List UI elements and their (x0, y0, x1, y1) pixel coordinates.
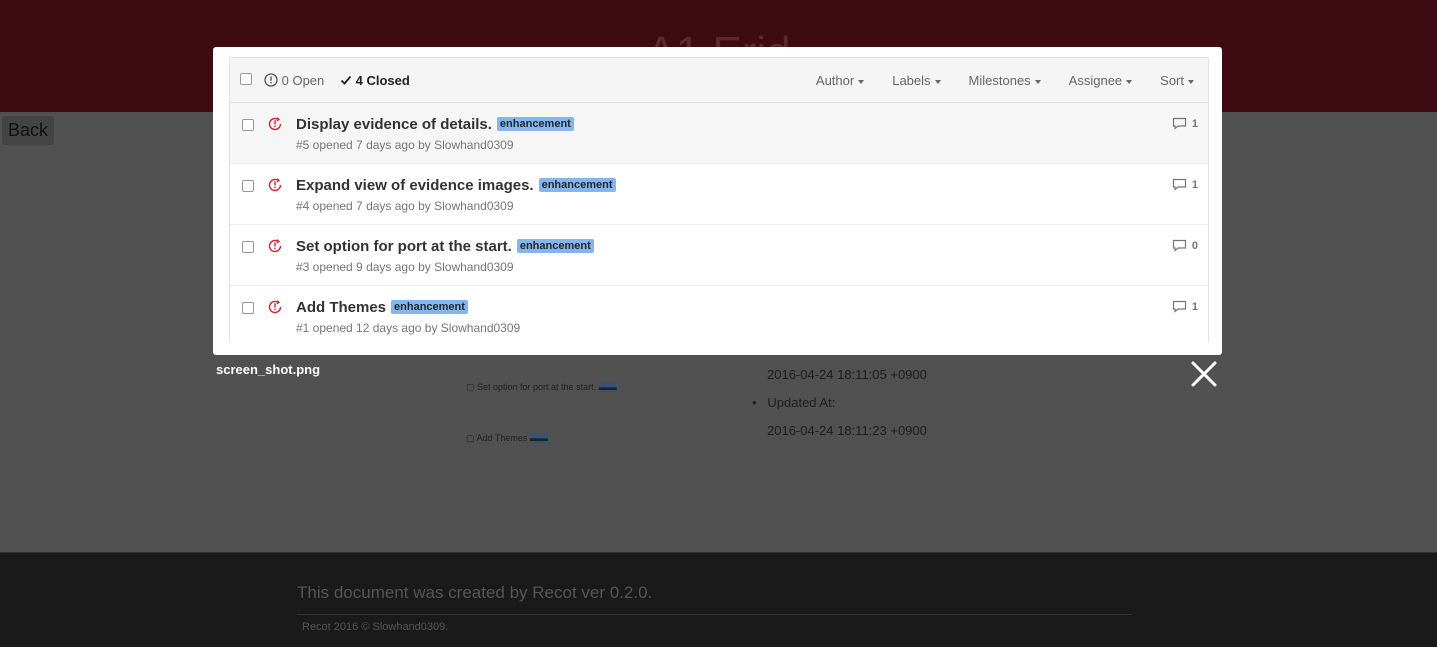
issue-closed-icon (268, 300, 282, 314)
filter-labels-label: Labels (892, 73, 931, 88)
issue-title[interactable]: Set option for port at the start. enhance… (296, 238, 594, 255)
issue-label[interactable]: enhancement (516, 239, 594, 253)
filter-assignee-label: Assignee (1068, 73, 1123, 88)
lightbox-caption: screen_shot.png (216, 362, 321, 377)
issue-open-icon (264, 73, 278, 87)
comment-count[interactable]: 1 (1172, 117, 1198, 130)
page-footer: This document was created by Recot ver 0… (0, 552, 1437, 647)
updated-label-item: • Updated At: (752, 395, 836, 410)
issue-checkbox[interactable] (242, 180, 254, 192)
chevron-down-icon (858, 79, 865, 84)
close-icon[interactable] (1190, 360, 1218, 388)
comment-icon (1172, 239, 1186, 252)
filter-sort-label: Sort (1160, 73, 1184, 88)
issue-checkbox[interactable] (242, 302, 254, 314)
open-count: 0 Open (281, 73, 325, 88)
created-value: 2016-04-24 18:11:05 +0900 (767, 367, 927, 382)
comment-count-value: 1 (1191, 300, 1198, 313)
updated-label: Updated At: (767, 395, 836, 410)
comment-count[interactable]: 1 (1172, 178, 1198, 191)
issue-label[interactable]: enhancement (391, 300, 468, 314)
issue-meta: #4 opened 7 days ago by Slowhand0309 (296, 199, 514, 213)
issue-checkbox[interactable] (242, 119, 254, 131)
thumbnail-issue-row: ▢ Set option for port at the start. ▬▬ (466, 382, 617, 392)
comment-count-value: 1 (1191, 178, 1198, 191)
issue-row[interactable]: Add Themes enhancement #1 opened 12 days … (230, 286, 1208, 346)
chevron-down-icon (1126, 79, 1133, 84)
issue-title-text: Set option for port at the start. (296, 238, 512, 255)
comment-count[interactable]: 1 (1172, 300, 1198, 313)
issue-closed-icon (268, 117, 282, 131)
filter-sort[interactable]: Sort (1160, 73, 1194, 88)
filter-milestones-label: Milestones (968, 73, 1031, 88)
issue-checkbox[interactable] (242, 241, 254, 253)
issue-title-text: Display evidence of details. (296, 116, 492, 133)
comment-count-value: 1 (1191, 117, 1198, 130)
issue-row[interactable]: Expand view of evidence images. enhanceme… (230, 164, 1208, 225)
filter-author-label: Author (815, 73, 855, 88)
footer-text: This document was created by Recot ver 0… (297, 583, 653, 602)
footer-divider (297, 614, 1132, 615)
issue-meta: #5 opened 7 days ago by Slowhand0309 (296, 138, 514, 152)
comment-count[interactable]: 0 (1172, 239, 1198, 252)
issue-label[interactable]: enhancement (538, 178, 616, 192)
updated-value: 2016-04-24 18:11:23 +0900 (767, 423, 927, 438)
issue-closed-icon (268, 239, 282, 253)
issue-row[interactable]: Display evidence of details. enhancement … (230, 103, 1208, 164)
issue-title-text: Add Themes (296, 299, 387, 316)
check-icon (340, 75, 352, 85)
chevron-down-icon (1188, 79, 1194, 84)
issue-row[interactable]: Set option for port at the start. enhance… (230, 225, 1208, 286)
issue-meta: #1 opened 12 days ago by Slowhand0309 (296, 321, 521, 335)
issue-label[interactable]: enhancement (496, 117, 574, 131)
filter-bar: Author Labels Milestones Assignee Sort (816, 73, 1194, 88)
select-all-checkbox[interactable] (240, 73, 252, 85)
filter-labels[interactable]: Labels (892, 73, 941, 88)
lightbox-image: 0 Open 4 Closed Author Labels Milestones… (213, 47, 1222, 355)
comment-icon (1172, 300, 1186, 313)
issue-closed-icon (268, 178, 282, 192)
comment-icon (1172, 117, 1186, 130)
comment-count-value: 0 (1191, 239, 1198, 252)
filter-milestones[interactable]: Milestones (969, 73, 1041, 88)
issue-title[interactable]: Add Themes enhancement (296, 299, 468, 316)
issue-meta: #3 opened 9 days ago by Slowhand0309 (296, 260, 514, 274)
issue-list-header: 0 Open 4 Closed Author Labels Milestones… (230, 58, 1208, 103)
issue-title[interactable]: Display evidence of details. enhancement (296, 116, 574, 133)
chevron-down-icon (934, 79, 941, 84)
back-button[interactable]: Back (2, 116, 55, 145)
filter-author[interactable]: Author (815, 73, 865, 88)
filter-assignee[interactable]: Assignee (1068, 73, 1133, 88)
comment-icon (1172, 178, 1186, 191)
chevron-down-icon (1034, 79, 1041, 84)
issue-title[interactable]: Expand view of evidence images. enhanceme… (296, 177, 616, 194)
open-issues-tab[interactable]: 0 Open (264, 73, 324, 88)
issue-list: 0 Open 4 Closed Author Labels Milestones… (229, 57, 1209, 346)
issue-title-text: Expand view of evidence images. (296, 177, 534, 194)
thumbnail-issue-row: ▢ Add Themes ▬▬ (466, 433, 548, 443)
closed-count: 4 Closed (355, 73, 410, 88)
closed-issues-tab[interactable]: 4 Closed (340, 73, 410, 88)
footer-copyright: Recot 2016 © Slowhand0309. (302, 621, 449, 633)
